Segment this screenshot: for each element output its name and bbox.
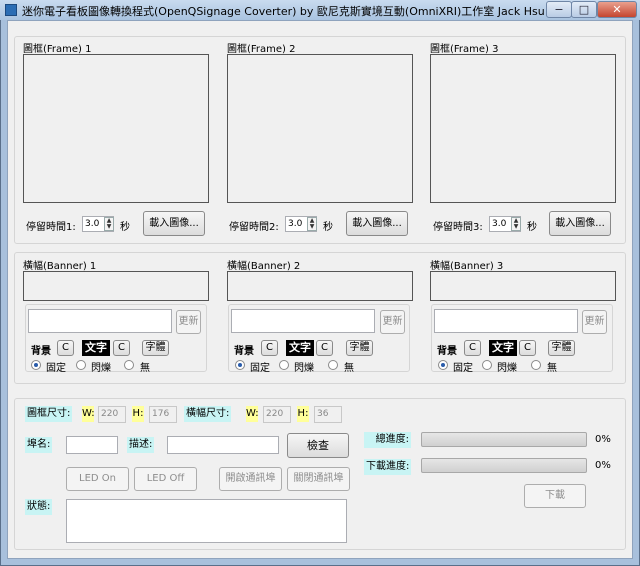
banner-1-preview xyxy=(23,271,209,301)
load-image-2-button[interactable]: 載入圖像... xyxy=(346,211,408,236)
description-input[interactable] xyxy=(167,436,279,454)
minimize-button[interactable]: − xyxy=(546,1,572,18)
banner-3-blink-label: 閃爍 xyxy=(497,363,517,374)
frame-1-label: 圖框(Frame) 1 xyxy=(23,44,92,55)
banner-w-label: W: xyxy=(246,406,259,422)
maximize-button[interactable]: □ xyxy=(571,1,597,18)
banner-2-font-button[interactable]: 字體 xyxy=(346,340,373,356)
banner-2-text-color-button[interactable]: C xyxy=(316,340,333,356)
banner-3-radio-fixed[interactable] xyxy=(438,360,448,370)
banner-2-preview xyxy=(227,271,413,301)
banner-2-fixed-label: 固定 xyxy=(250,363,270,374)
frame-size-label: 圖框尺寸: xyxy=(25,406,73,422)
banner-3-radio-none[interactable] xyxy=(531,360,541,370)
banner-3-fixed-label: 固定 xyxy=(453,363,473,374)
close-port-button[interactable]: 關閉通訊埠 xyxy=(287,467,350,491)
banner-2-update-button[interactable]: 更新 xyxy=(380,310,405,334)
banner-2-blink-label: 閃爍 xyxy=(294,363,314,374)
frame-height-field[interactable]: 176 xyxy=(149,406,177,423)
banner-3-text-input[interactable] xyxy=(434,309,578,333)
frame-h-label: H: xyxy=(132,406,144,422)
banner-3-radio-blink[interactable] xyxy=(482,360,492,370)
stay-time-3-spinner[interactable]: ▲ ▼ xyxy=(511,217,521,231)
stay-time-1-unit: 秒 xyxy=(120,222,130,233)
banner-3-label: 橫幅(Banner) 3 xyxy=(430,261,504,272)
banner-3-text-color-button[interactable]: C xyxy=(519,340,536,356)
banner-1-text-color-button[interactable]: C xyxy=(113,340,130,356)
banner-3-update-button[interactable]: 更新 xyxy=(582,310,607,334)
banner-2-none-label: 無 xyxy=(344,363,354,374)
status-label: 狀態: xyxy=(25,499,53,515)
led-on-button[interactable]: LED On xyxy=(66,467,129,491)
banner-1-bg-label: 背景 xyxy=(31,346,51,357)
banner-1-radio-none[interactable] xyxy=(124,360,134,370)
window-title: 迷你電子看板圖像轉換程式(OpenQSignage Coverter) by 歐… xyxy=(22,5,545,18)
banner-2-bg-label: 背景 xyxy=(234,346,254,357)
banner-2-radio-blink[interactable] xyxy=(279,360,289,370)
port-name-label: 埠名: xyxy=(25,437,53,453)
stay-time-1-spinner[interactable]: ▲ ▼ xyxy=(104,217,114,231)
download-progress-bar xyxy=(421,458,587,473)
frame-width-field[interactable]: 220 xyxy=(98,406,126,423)
load-image-3-button[interactable]: 載入圖像... xyxy=(549,211,611,236)
banner-2-label: 橫幅(Banner) 2 xyxy=(227,261,301,272)
banner-2-text-color-label: 文字 xyxy=(286,340,314,356)
total-progress-bar xyxy=(421,432,587,447)
total-progress-label: 總進度: xyxy=(364,432,411,448)
stay-time-2-unit: 秒 xyxy=(323,222,333,233)
banner-width-field[interactable]: 220 xyxy=(263,406,291,423)
stay-time-3-unit: 秒 xyxy=(527,222,537,233)
banner-3-text-color-label: 文字 xyxy=(489,340,517,356)
frame-2-label: 圖框(Frame) 2 xyxy=(227,44,296,55)
close-button[interactable]: ✕ xyxy=(597,1,637,18)
banner-1-none-label: 無 xyxy=(140,363,150,374)
banner-1-radio-blink[interactable] xyxy=(76,360,86,370)
banner-3-bg-label: 背景 xyxy=(437,346,457,357)
download-button[interactable]: 下載 xyxy=(524,484,586,508)
frame-3-label: 圖框(Frame) 3 xyxy=(430,44,499,55)
title-bar: 迷你電子看板圖像轉換程式(OpenQSignage Coverter) by 歐… xyxy=(0,0,640,20)
banner-1-update-button[interactable]: 更新 xyxy=(176,310,201,334)
check-button[interactable]: 檢查 xyxy=(287,433,349,458)
status-textbox[interactable] xyxy=(66,499,347,543)
banner-3-font-button[interactable]: 字體 xyxy=(548,340,575,356)
banner-1-label: 橫幅(Banner) 1 xyxy=(23,261,97,272)
port-name-input[interactable] xyxy=(66,436,118,454)
banner-2-bg-color-button[interactable]: C xyxy=(261,340,278,356)
banner-2-text-input[interactable] xyxy=(231,309,375,333)
banner-1-text-input[interactable] xyxy=(28,309,172,333)
stay-time-3-label: 停留時間3: xyxy=(433,222,483,233)
description-label: 描述: xyxy=(127,437,155,453)
total-progress-text: 0% xyxy=(595,434,611,445)
frame-w-label: W: xyxy=(82,406,95,422)
open-port-button[interactable]: 開啟通訊埠 xyxy=(219,467,282,491)
banner-height-field[interactable]: 36 xyxy=(314,406,342,423)
download-progress-text: 0% xyxy=(595,460,611,471)
banner-3-bg-color-button[interactable]: C xyxy=(464,340,481,356)
load-image-1-button[interactable]: 載入圖像... xyxy=(143,211,205,236)
banner-1-text-color-label: 文字 xyxy=(82,340,110,356)
banner-h-label: H: xyxy=(297,406,309,422)
banner-2-radio-none[interactable] xyxy=(328,360,338,370)
banner-size-label: 橫幅尺寸: xyxy=(184,406,232,422)
download-progress-label: 下載進度: xyxy=(364,459,411,475)
banner-1-fixed-label: 固定 xyxy=(46,363,66,374)
stay-time-2-spinner[interactable]: ▲ ▼ xyxy=(307,217,317,231)
banner-1-radio-fixed[interactable] xyxy=(31,360,41,370)
frame-2-preview xyxy=(227,54,413,203)
stay-time-1-label: 停留時間1: xyxy=(26,222,76,233)
banner-1-font-button[interactable]: 字體 xyxy=(142,340,169,356)
banner-2-radio-fixed[interactable] xyxy=(235,360,245,370)
banner-1-bg-color-button[interactable]: C xyxy=(57,340,74,356)
frame-1-preview xyxy=(23,54,209,203)
stay-time-2-label: 停留時間2: xyxy=(229,222,279,233)
banner-3-preview xyxy=(430,271,616,301)
app-icon xyxy=(5,4,17,16)
banner-3-none-label: 無 xyxy=(547,363,557,374)
led-off-button[interactable]: LED Off xyxy=(134,467,197,491)
frame-3-preview xyxy=(430,54,616,203)
banner-1-blink-label: 閃爍 xyxy=(91,363,111,374)
